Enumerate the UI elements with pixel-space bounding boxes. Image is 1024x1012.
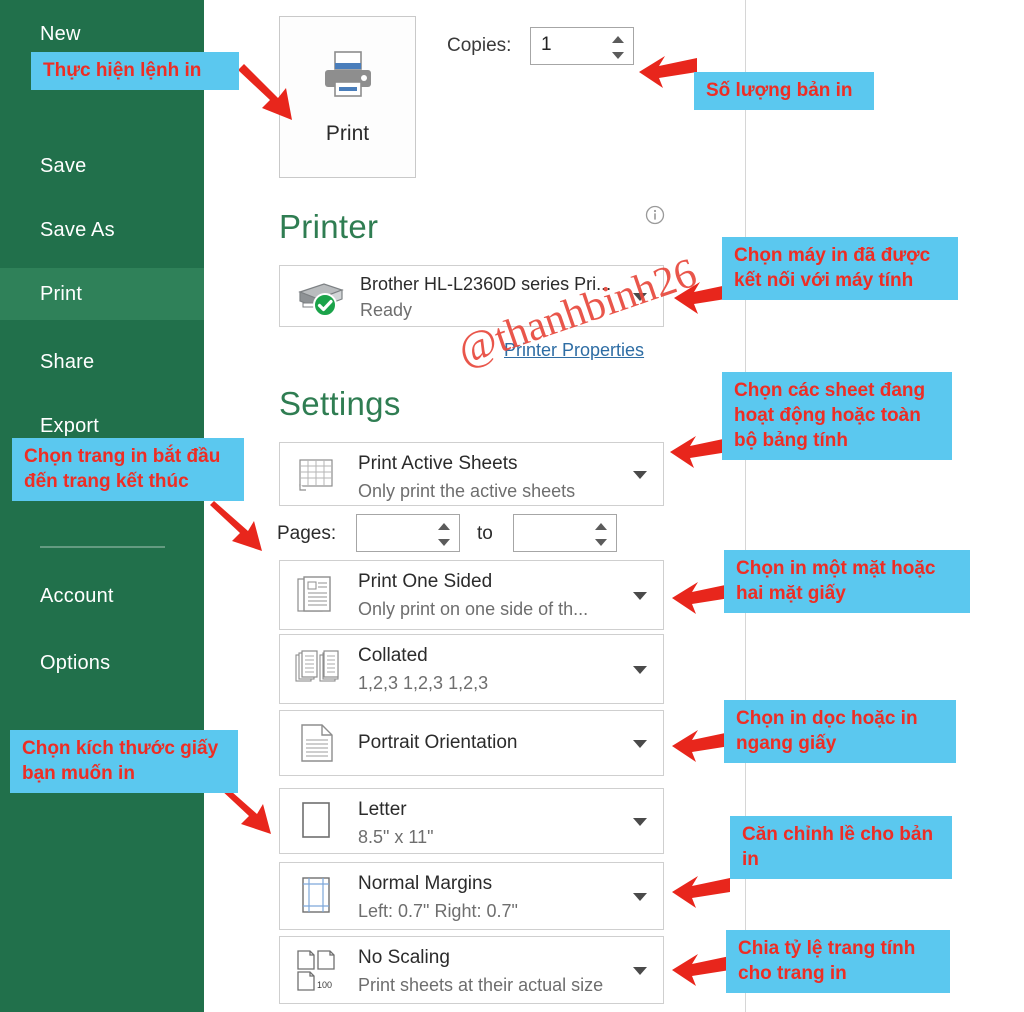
pages-label: Pages:	[277, 523, 337, 544]
sidebar-item-label: Print	[40, 282, 83, 305]
pages-to-label: to	[477, 523, 493, 544]
combo-subtitle: 1,2,3 1,2,3 1,2,3	[358, 673, 489, 693]
chevron-down-icon[interactable]	[633, 471, 647, 479]
annotation-pick-printer: Chọn máy in đã được kết nối với máy tính	[722, 237, 958, 301]
sidebar-item-label: Export	[40, 414, 100, 437]
stepper-arrows-icon[interactable]	[610, 31, 626, 63]
printer-section-heading: Printer	[279, 208, 379, 245]
stepper-down-icon[interactable]	[595, 538, 607, 546]
portrait-icon	[294, 720, 340, 766]
annotation-arrow-icon	[206, 495, 278, 562]
annotation-page-range: Chọn trang in bắt đầu đến trang kết thúc	[12, 438, 244, 502]
svg-text:100: 100	[317, 980, 332, 990]
sidebar-item-label: Options	[40, 651, 111, 674]
stepper-arrows-icon[interactable]	[436, 518, 452, 550]
stepper-up-icon[interactable]	[595, 522, 607, 530]
printer-device-icon	[294, 278, 348, 318]
paper-size-select[interactable]: Letter 8.5" x 11"	[279, 788, 664, 854]
margins-icon	[294, 873, 340, 919]
sidebar-item-save[interactable]: Save	[0, 140, 204, 192]
chevron-down-icon[interactable]	[633, 893, 647, 901]
backstage-sidebar: New Save Save As Print Share Export Acco…	[0, 0, 204, 1012]
annotation-arrow-icon	[670, 578, 732, 627]
annotation-arrow-icon	[637, 52, 699, 101]
combo-title: Portrait Orientation	[358, 732, 518, 753]
combo-subtitle: Left: 0.7" Right: 0.7"	[358, 901, 518, 921]
collated-icon	[294, 646, 340, 692]
chevron-down-icon[interactable]	[633, 967, 647, 975]
collation-select[interactable]: Collated 1,2,3 1,2,3 1,2,3	[279, 634, 664, 704]
annotation-arrow-icon	[668, 432, 730, 481]
sidebar-item-share[interactable]: Share	[0, 336, 204, 388]
chevron-down-icon[interactable]	[633, 592, 647, 600]
info-circle-icon[interactable]	[645, 205, 665, 225]
annotation-arrow-icon	[670, 950, 732, 999]
annotation-scaling: Chia tỷ lệ trang tính cho trang in	[726, 930, 950, 994]
stepper-arrows-icon[interactable]	[593, 518, 609, 550]
scaling-icon: 100	[294, 947, 340, 993]
chevron-down-icon[interactable]	[633, 740, 647, 748]
sidebar-item-label: Save	[40, 154, 87, 177]
annotation-arrow-icon	[236, 56, 302, 131]
printer-icon	[320, 49, 376, 104]
copies-value: 1	[541, 34, 552, 55]
sidebar-item-account[interactable]: Account	[0, 570, 204, 622]
copies-label: Copies:	[447, 35, 512, 56]
combo-title: Print One Sided	[358, 571, 493, 592]
sidebar-item-options[interactable]: Options	[0, 637, 204, 689]
one-sided-icon	[294, 572, 340, 618]
sidebar-item-save-as[interactable]: Save As	[0, 204, 204, 256]
combo-title: Collated	[358, 645, 428, 666]
sidebar-item-label: Save As	[40, 218, 115, 241]
orientation-select[interactable]: Portrait Orientation	[279, 710, 664, 776]
copies-stepper[interactable]: 1	[530, 27, 634, 65]
excel-print-backstage: New Save Save As Print Share Export Acco…	[0, 0, 1024, 1012]
settings-section-heading: Settings	[279, 385, 401, 422]
combo-title: Letter	[358, 799, 407, 820]
stepper-down-icon[interactable]	[612, 51, 624, 59]
combo-title: Print Active Sheets	[358, 453, 518, 474]
print-sides-select[interactable]: Print One Sided Only print on one side o…	[279, 560, 664, 630]
combo-subtitle: Print sheets at their actual size	[358, 975, 604, 995]
annotation-arrow-icon	[670, 872, 732, 921]
chevron-down-icon[interactable]	[633, 818, 647, 826]
combo-subtitle: Only print on one side of th...	[358, 599, 589, 619]
combo-subtitle: Only print the active sheets	[358, 481, 576, 501]
scaling-select[interactable]: 100 No Scaling Print sheets at their act…	[279, 936, 664, 1004]
sidebar-item-label: New	[40, 22, 81, 45]
printer-status: Ready	[360, 300, 413, 320]
annotation-margins: Căn chỉnh lề cho bản in	[730, 816, 952, 880]
stepper-down-icon[interactable]	[438, 538, 450, 546]
annotation-copies-count: Số lượng bản in	[694, 72, 874, 111]
annotation-arrow-icon	[670, 726, 732, 775]
sidebar-item-label: Share	[40, 350, 95, 373]
combo-title: Normal Margins	[358, 873, 493, 894]
annotation-pick-sheets: Chọn các sheet đang hoạt động hoặc toàn …	[722, 372, 952, 461]
print-button-label: Print	[325, 121, 370, 145]
annotation-exec-print: Thực hiện lệnh in	[31, 52, 239, 91]
annotation-orientation: Chọn in dọc hoặc in ngang giấy	[724, 700, 956, 764]
sidebar-item-print[interactable]: Print	[0, 268, 204, 320]
print-what-select[interactable]: Print Active Sheets Only print the activ…	[279, 442, 664, 506]
stepper-up-icon[interactable]	[612, 35, 624, 43]
worksheet-icon	[294, 451, 340, 497]
combo-subtitle: 8.5" x 11"	[358, 827, 434, 847]
pages-to-input[interactable]	[513, 514, 617, 552]
paper-size-icon	[294, 798, 340, 844]
combo-title: No Scaling	[358, 947, 450, 968]
annotation-sides: Chọn in một mặt hoặc hai mặt giấy	[724, 550, 970, 614]
pages-from-input[interactable]	[356, 514, 460, 552]
margins-select[interactable]: Normal Margins Left: 0.7" Right: 0.7"	[279, 862, 664, 930]
stepper-up-icon[interactable]	[438, 522, 450, 530]
sidebar-item-label: Account	[40, 584, 114, 607]
annotation-paper-size: Chọn kích thước giấy bạn muốn in	[10, 730, 238, 794]
chevron-down-icon[interactable]	[633, 666, 647, 674]
sidebar-divider	[40, 546, 165, 548]
